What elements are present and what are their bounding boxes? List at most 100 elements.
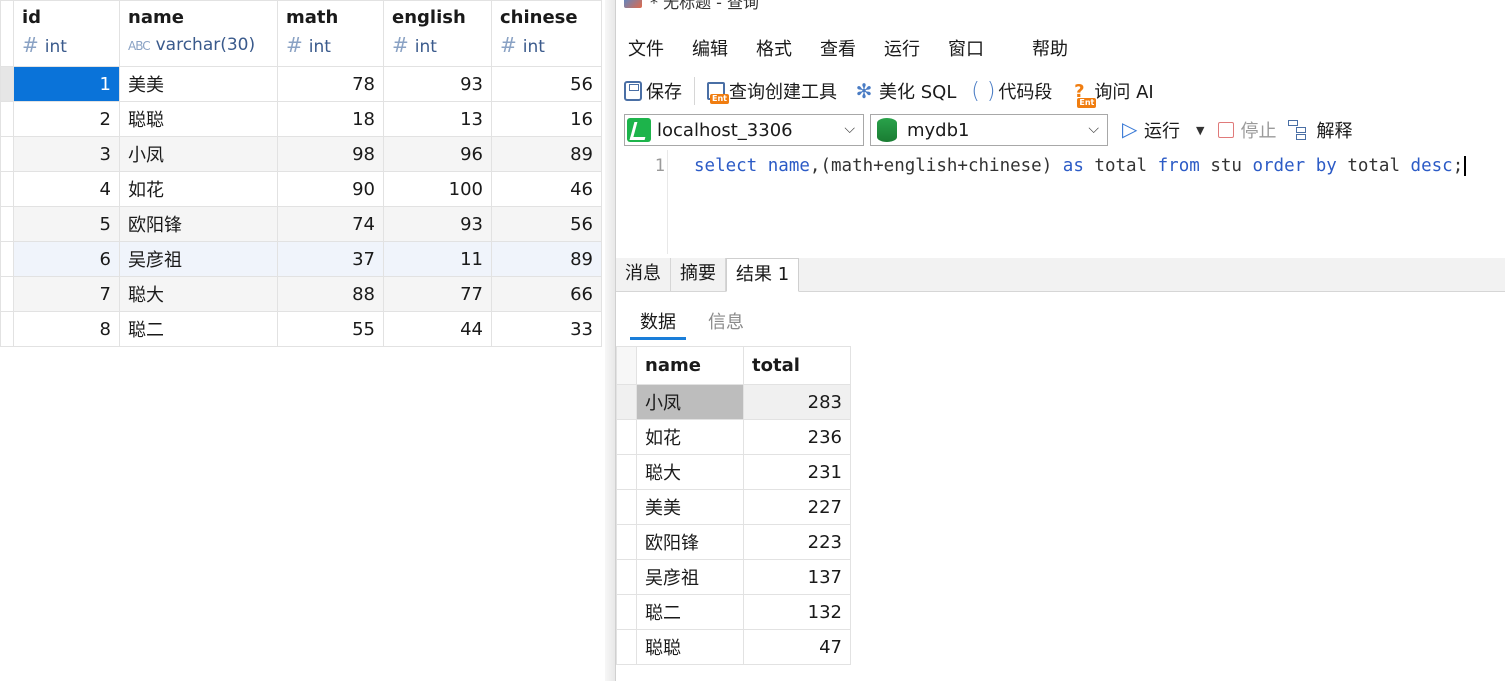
run-button[interactable]: 运行 ▼ xyxy=(1122,117,1204,143)
cell-chinese[interactable]: 46 xyxy=(491,171,602,207)
row-selector[interactable] xyxy=(616,559,637,595)
sql-code-line[interactable]: select name,(math+english+chinese) as to… xyxy=(694,156,1467,176)
cell-id[interactable]: 8 xyxy=(13,311,120,347)
row-selector[interactable] xyxy=(616,384,637,420)
cell-id[interactable]: 7 xyxy=(13,276,120,312)
cell-name[interactable]: 聪二 xyxy=(119,311,278,347)
ask-ai-button[interactable]: ? Ent 询问 AI xyxy=(1060,78,1161,108)
cell-name[interactable]: 吴彦祖 xyxy=(119,241,278,277)
sql-editor[interactable]: 1 select name,(math+english+chinese) as … xyxy=(616,150,1505,254)
cell-math[interactable]: 18 xyxy=(277,101,384,137)
result-row[interactable]: 欧阳锋 223 xyxy=(616,524,851,560)
result-row[interactable]: 聪大 231 xyxy=(616,454,851,490)
row-selector[interactable] xyxy=(616,524,637,560)
cell-english[interactable]: 93 xyxy=(383,206,492,242)
cell-math[interactable]: 90 xyxy=(277,171,384,207)
menu-help[interactable]: 帮助 xyxy=(1018,35,1082,61)
result-row[interactable]: 聪聪 47 xyxy=(616,629,851,665)
cell-name[interactable]: 欧阳锋 xyxy=(119,206,278,242)
tab-summary[interactable]: 摘要 xyxy=(671,258,726,291)
result-row[interactable]: 如花 236 xyxy=(616,419,851,455)
row-selector[interactable] xyxy=(616,629,637,665)
table-row[interactable]: 4 如花 90 100 46 xyxy=(0,171,602,207)
row-selector[interactable] xyxy=(616,594,637,630)
table-row[interactable]: 2 聪聪 18 13 16 xyxy=(0,101,602,137)
table-row[interactable]: 5 欧阳锋 74 93 56 xyxy=(0,206,602,242)
table-row[interactable]: 1 美美 78 93 56 xyxy=(0,66,602,102)
cell-name[interactable]: 美美 xyxy=(119,66,278,102)
row-selector[interactable] xyxy=(616,454,637,490)
row-selector[interactable] xyxy=(0,276,14,312)
result-column-name[interactable]: name xyxy=(636,346,744,385)
subtab-data[interactable]: 数据 xyxy=(630,300,686,340)
menu-edit[interactable]: 编辑 xyxy=(678,35,742,61)
tab-result-1[interactable]: 结果 1 xyxy=(726,258,800,292)
cell-math[interactable]: 98 xyxy=(277,136,384,172)
row-selector-header[interactable] xyxy=(616,346,637,385)
cell-math[interactable]: 88 xyxy=(277,276,384,312)
cell-total[interactable]: 132 xyxy=(743,594,851,630)
cell-id[interactable]: 4 xyxy=(13,171,120,207)
database-select[interactable]: mydb1 ⌵ xyxy=(870,114,1108,146)
result-row[interactable]: 聪二 132 xyxy=(616,594,851,630)
menu-window[interactable]: 窗口 xyxy=(934,35,998,61)
cell-name[interactable]: 聪二 xyxy=(636,594,744,630)
row-selector[interactable] xyxy=(616,489,637,525)
cell-name[interactable]: 美美 xyxy=(636,489,744,525)
menu-format[interactable]: 格式 xyxy=(742,35,806,61)
menu-view[interactable]: 查看 xyxy=(806,35,870,61)
cell-english[interactable]: 93 xyxy=(383,66,492,102)
tab-messages[interactable]: 消息 xyxy=(616,258,671,291)
row-selector[interactable] xyxy=(0,101,14,137)
cell-name[interactable]: 聪聪 xyxy=(119,101,278,137)
row-selector[interactable] xyxy=(0,136,14,172)
row-selector-header[interactable] xyxy=(0,0,14,67)
column-header-chinese[interactable]: chinese # int xyxy=(491,0,602,67)
connection-select[interactable]: localhost_3306 ⌵ xyxy=(624,114,864,146)
cell-id[interactable]: 1 xyxy=(13,66,120,102)
cell-chinese[interactable]: 66 xyxy=(491,276,602,312)
table-row[interactable]: 3 小凤 98 96 89 xyxy=(0,136,602,172)
beautify-sql-button[interactable]: ✻ 美化 SQL xyxy=(845,78,964,104)
cell-total[interactable]: 231 xyxy=(743,454,851,490)
code-snippet-button[interactable]: ( ) 代码段 xyxy=(964,78,1060,104)
cell-english[interactable]: 13 xyxy=(383,101,492,137)
subtab-info[interactable]: 信息 xyxy=(698,300,754,340)
result-row[interactable]: 美美 227 xyxy=(616,489,851,525)
cell-name[interactable]: 聪聪 xyxy=(636,629,744,665)
row-selector[interactable] xyxy=(0,66,14,102)
menu-run[interactable]: 运行 xyxy=(870,35,934,61)
table-row[interactable]: 6 吴彦祖 37 11 89 xyxy=(0,241,602,277)
cell-chinese[interactable]: 33 xyxy=(491,311,602,347)
cell-chinese[interactable]: 89 xyxy=(491,136,602,172)
row-selector[interactable] xyxy=(0,311,14,347)
row-selector[interactable] xyxy=(0,241,14,277)
cell-total[interactable]: 47 xyxy=(743,629,851,665)
cell-name[interactable]: 聪大 xyxy=(119,276,278,312)
cell-name[interactable]: 如花 xyxy=(119,171,278,207)
cell-math[interactable]: 74 xyxy=(277,206,384,242)
cell-chinese[interactable]: 16 xyxy=(491,101,602,137)
cell-id[interactable]: 2 xyxy=(13,101,120,137)
cell-math[interactable]: 78 xyxy=(277,66,384,102)
cell-total[interactable]: 236 xyxy=(743,419,851,455)
panel-divider[interactable] xyxy=(605,0,615,681)
cell-english[interactable]: 77 xyxy=(383,276,492,312)
cell-english[interactable]: 100 xyxy=(383,171,492,207)
run-dropdown-icon[interactable]: ▼ xyxy=(1196,124,1204,137)
cell-total[interactable]: 227 xyxy=(743,489,851,525)
column-header-math[interactable]: math # int xyxy=(277,0,384,67)
result-column-total[interactable]: total xyxy=(743,346,851,385)
table-row[interactable]: 8 聪二 55 44 33 xyxy=(0,311,602,347)
cell-name[interactable]: 聪大 xyxy=(636,454,744,490)
menu-file[interactable]: 文件 xyxy=(616,35,678,61)
cell-name[interactable]: 欧阳锋 xyxy=(636,524,744,560)
cell-total[interactable]: 283 xyxy=(743,384,851,420)
cell-chinese[interactable]: 56 xyxy=(491,66,602,102)
column-header-english[interactable]: english # int xyxy=(383,0,492,67)
cell-english[interactable]: 11 xyxy=(383,241,492,277)
row-selector[interactable] xyxy=(0,171,14,207)
cell-chinese[interactable]: 56 xyxy=(491,206,602,242)
column-header-name[interactable]: name ABC varchar(30) xyxy=(119,0,278,67)
cell-id[interactable]: 5 xyxy=(13,206,120,242)
